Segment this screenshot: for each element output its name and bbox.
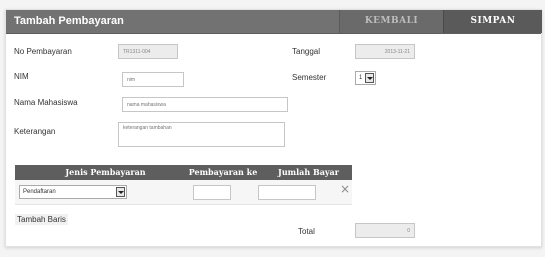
page-title: Tambah Pembayaran	[14, 15, 124, 27]
tanggal-label: Tanggal	[292, 47, 321, 56]
semester-label: Semester	[292, 73, 327, 82]
semester-select[interactable]: 1	[355, 71, 376, 85]
nim-label: NIM	[14, 72, 29, 81]
total-field	[355, 223, 415, 238]
pembayaran-ke-field[interactable]	[193, 185, 231, 200]
table-row: Pendaftaran	[15, 180, 352, 205]
jumlah-bayar-field[interactable]	[258, 185, 316, 200]
tanggal-field[interactable]	[355, 44, 415, 59]
chevron-down-icon[interactable]	[116, 187, 125, 197]
save-button[interactable]: SIMPAN	[443, 10, 542, 33]
add-row-button[interactable]: Tambah Baris	[15, 214, 68, 225]
jenis-pembayaran-select[interactable]: Pendaftaran	[19, 185, 127, 199]
column-header-jenis-pembayaran: Jenis Pembayaran	[65, 167, 146, 177]
nama-mahasiswa-field[interactable]	[122, 97, 288, 112]
total-label: Total	[298, 227, 315, 236]
panel-header: Tambah Pembayaran KEMBALI SIMPAN	[6, 10, 542, 34]
table-header: Jenis Pembayaran Pembayaran ke Jumlah Ba…	[15, 165, 352, 180]
back-button[interactable]: KEMBALI	[339, 10, 443, 33]
semester-selected-value: 1	[359, 75, 363, 81]
no-pembayaran-field	[118, 44, 178, 59]
nama-mahasiswa-label: Nama Mahasiswa	[14, 98, 78, 107]
nim-field[interactable]	[122, 72, 184, 87]
payment-form-panel: Tambah Pembayaran KEMBALI SIMPAN No Pemb…	[5, 9, 542, 247]
no-pembayaran-label: No Pembayaran	[14, 47, 72, 56]
column-header-pembayaran-ke: Pembayaran ke	[188, 167, 258, 177]
chevron-down-icon[interactable]	[365, 73, 374, 83]
jenis-pembayaran-selected-value: Pendaftaran	[23, 189, 56, 195]
keterangan-label: Keterangan	[14, 127, 56, 136]
keterangan-field[interactable]	[118, 122, 285, 147]
delete-row-icon[interactable]: ×	[340, 182, 350, 196]
column-header-jumlah-bayar: Jumlah Bayar	[278, 167, 339, 177]
